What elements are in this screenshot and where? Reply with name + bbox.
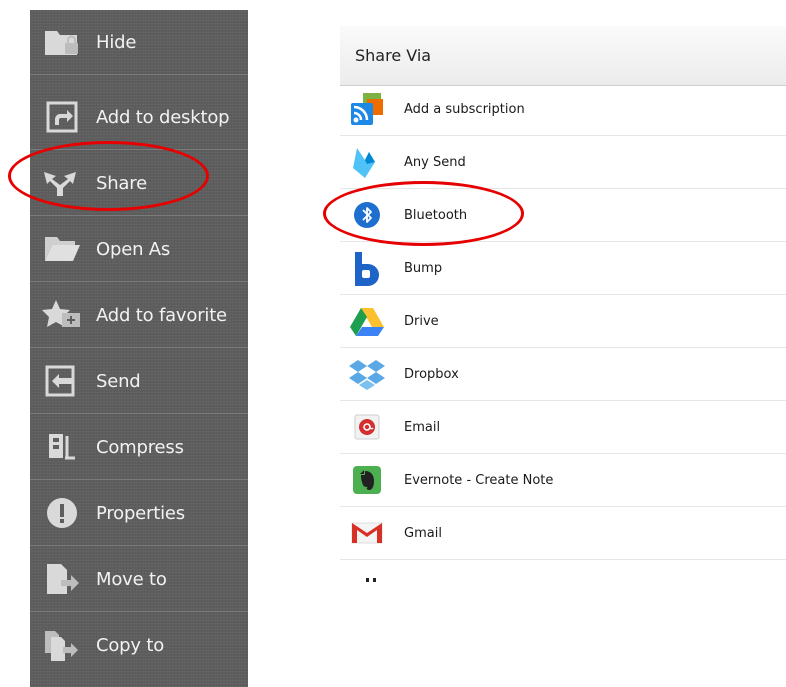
dialog-title: Share Via xyxy=(355,46,432,65)
share-icon xyxy=(42,163,82,203)
send-icon xyxy=(42,361,82,401)
menu-item-send[interactable]: Send xyxy=(30,349,248,414)
share-option-label: Gmail xyxy=(404,525,442,541)
menu-item-hide[interactable]: Hide xyxy=(30,10,248,75)
share-option-label: Dropbox xyxy=(404,366,459,382)
menu-item-label: Hide xyxy=(96,31,137,53)
menu-item-add-to-favorite[interactable]: Add to favorite xyxy=(30,283,248,348)
open-folder-icon xyxy=(42,229,82,269)
menu-item-move-to[interactable]: Move to xyxy=(30,547,248,612)
share-option-label: Evernote - Create Note xyxy=(404,472,554,488)
menu-item-open-as[interactable]: Open As xyxy=(30,217,248,282)
menu-item-label: Add to desktop xyxy=(96,106,230,128)
menu-item-label: Move to xyxy=(96,568,167,590)
info-icon xyxy=(42,493,82,533)
bluetooth-icon xyxy=(349,197,385,233)
menu-item-label: Add to favorite xyxy=(96,304,227,326)
menu-item-label: Properties xyxy=(96,502,185,524)
menu-item-add-to-desktop[interactable]: Add to desktop xyxy=(30,85,248,150)
share-option-add-subscription[interactable]: Add a subscription xyxy=(340,83,786,136)
evernote-icon xyxy=(349,462,385,498)
share-option-label: Email xyxy=(404,419,441,435)
context-menu: Hide Add to desktop Share Open As Add to… xyxy=(30,10,248,687)
menu-item-copy-to[interactable]: Copy to xyxy=(30,613,248,678)
rss-subscription-icon xyxy=(349,91,385,127)
any-send-icon xyxy=(349,144,385,180)
folder-lock-icon xyxy=(42,22,82,62)
menu-item-share[interactable]: Share xyxy=(30,151,248,216)
menu-item-label: Open As xyxy=(96,238,171,260)
partial-next-item-icon xyxy=(360,568,390,582)
copy-icon xyxy=(42,626,82,666)
share-option-bump[interactable]: Bump xyxy=(340,242,786,295)
share-via-dialog: Share Via Add a subscription Any Send Bl… xyxy=(340,26,786,586)
menu-item-label: Copy to xyxy=(96,635,165,656)
share-option-label: Bluetooth xyxy=(404,207,468,223)
share-option-any-send[interactable]: Any Send xyxy=(340,136,786,189)
drive-icon xyxy=(349,303,385,339)
bump-icon xyxy=(349,250,385,286)
email-icon xyxy=(349,409,385,445)
share-option-label: Drive xyxy=(404,313,439,329)
menu-item-label: Compress xyxy=(96,436,184,458)
dropbox-icon xyxy=(349,356,385,392)
dialog-header: Share Via xyxy=(340,26,786,86)
star-icon xyxy=(42,295,82,335)
menu-item-label: Send xyxy=(96,370,141,392)
move-icon xyxy=(42,559,82,599)
share-option-drive[interactable]: Drive xyxy=(340,295,786,348)
compress-icon xyxy=(42,427,82,467)
share-option-label: Bump xyxy=(404,260,443,276)
gmail-icon xyxy=(349,515,385,551)
menu-item-label: Share xyxy=(96,172,147,194)
share-option-gmail[interactable]: Gmail xyxy=(340,507,786,560)
share-option-evernote[interactable]: Evernote - Create Note xyxy=(340,454,786,507)
share-option-label: Any Send xyxy=(404,154,466,170)
menu-item-compress[interactable]: Compress xyxy=(30,415,248,480)
shortcut-icon xyxy=(42,97,82,137)
share-option-email[interactable]: Email xyxy=(340,401,786,454)
share-option-bluetooth[interactable]: Bluetooth xyxy=(340,189,786,242)
share-option-dropbox[interactable]: Dropbox xyxy=(340,348,786,401)
share-option-label: Add a subscription xyxy=(404,101,525,117)
menu-item-properties[interactable]: Properties xyxy=(30,481,248,546)
